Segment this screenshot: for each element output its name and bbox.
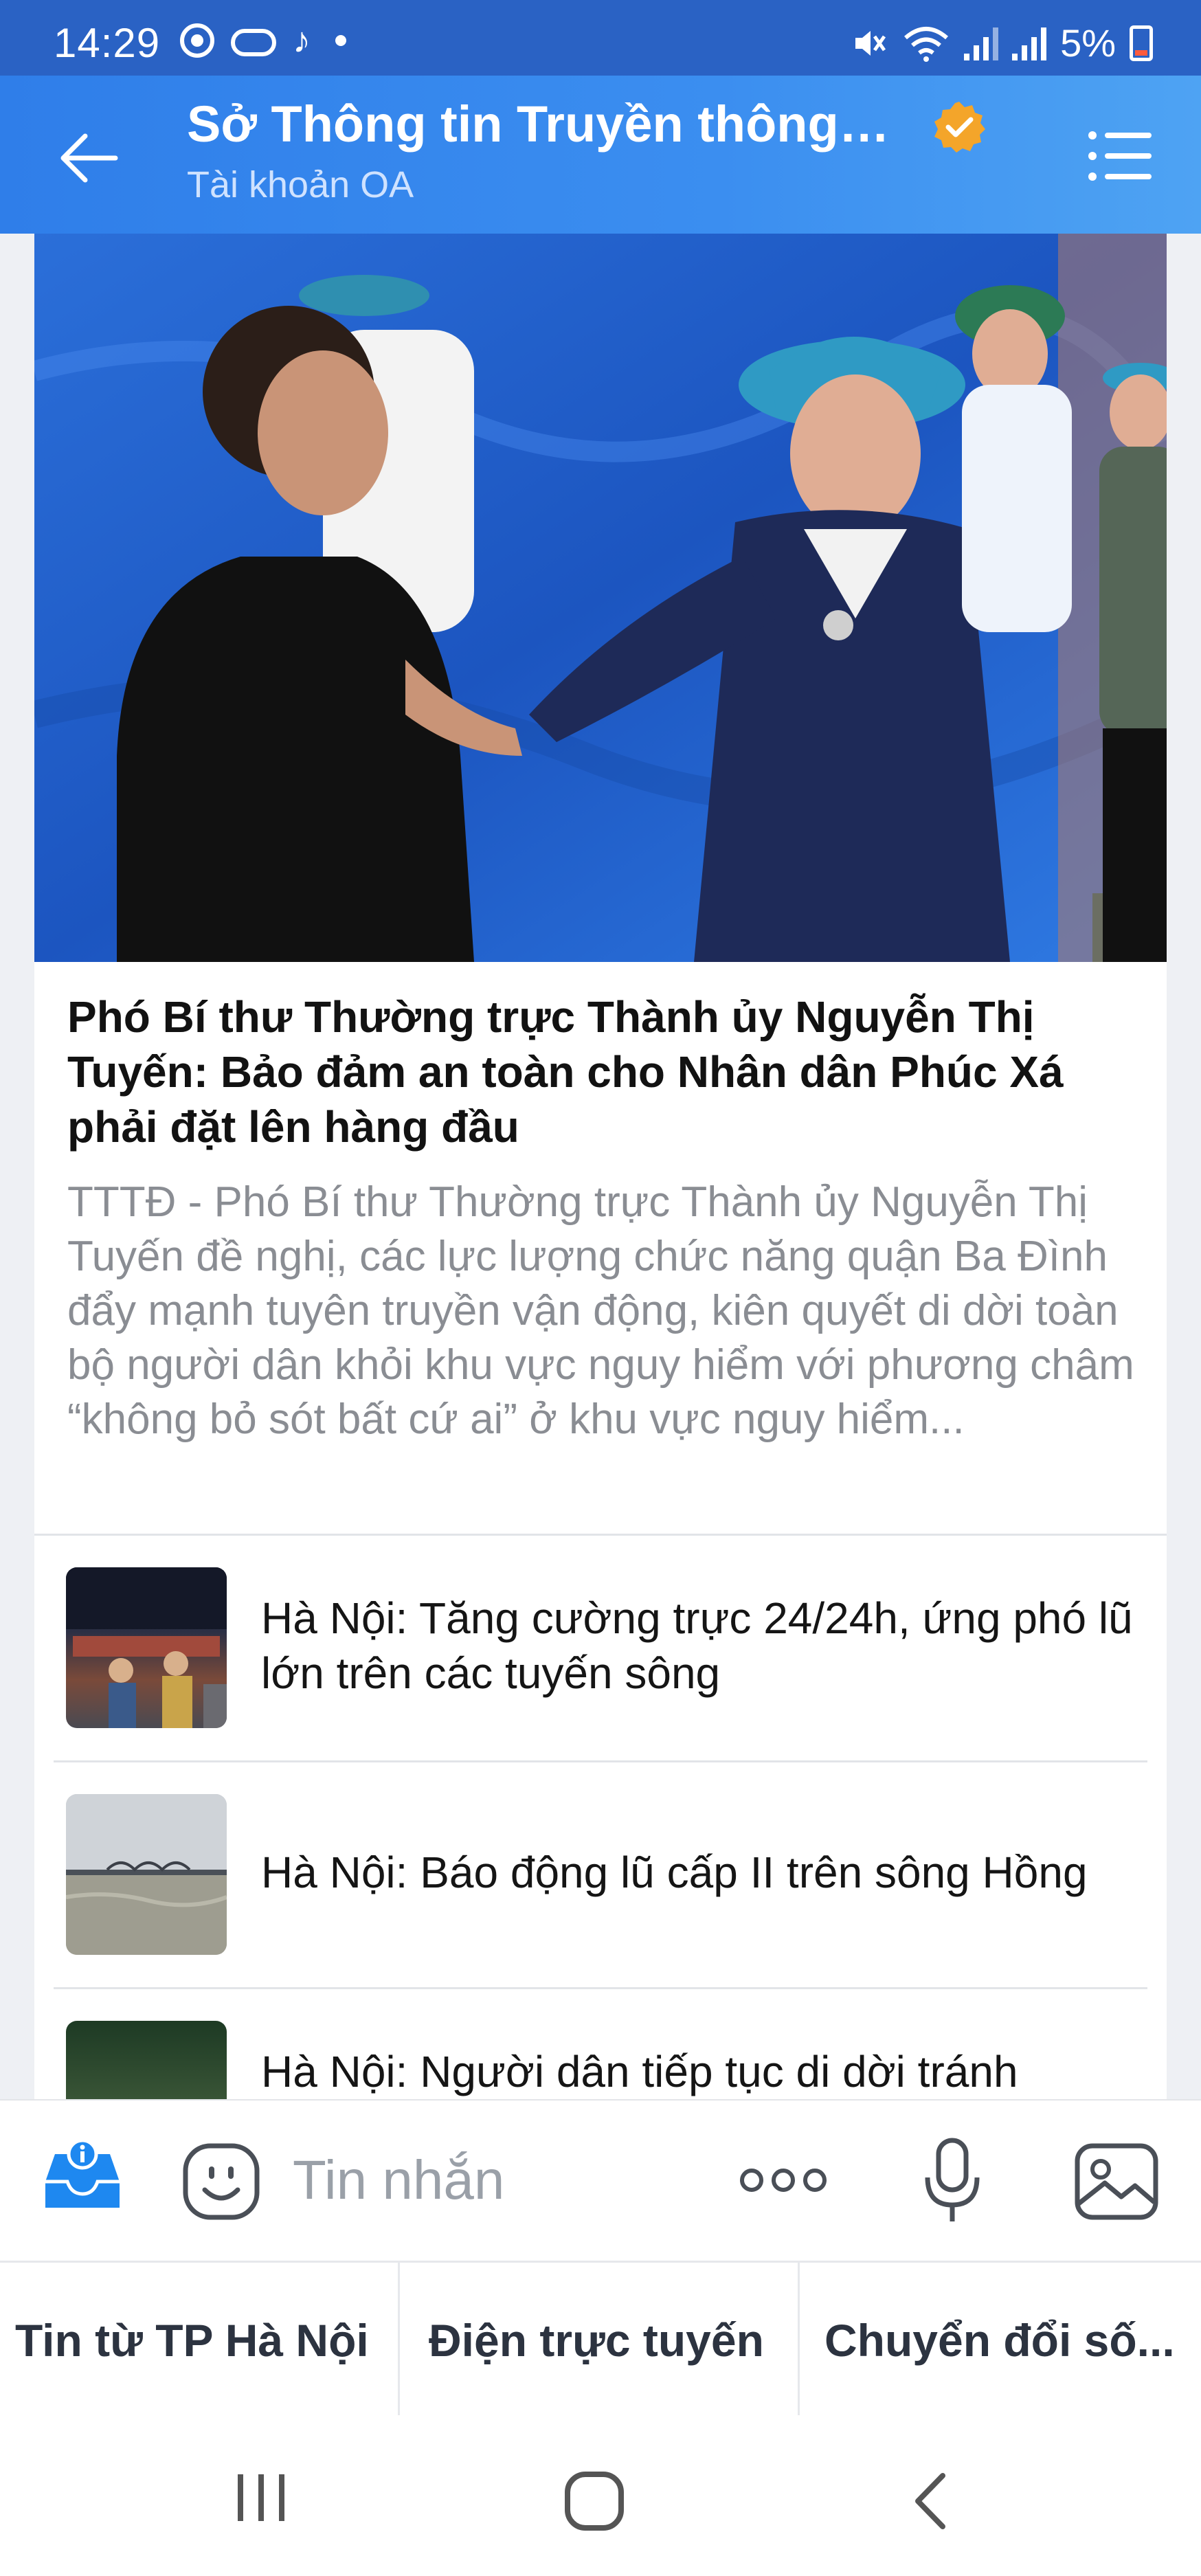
featured-image[interactable] <box>34 234 1167 962</box>
message-list[interactable]: Phó Bí thư Thường trực Thành ủy Nguyễn T… <box>0 234 1201 2099</box>
article-headline[interactable]: Phó Bí thư Thường trực Thành ủy Nguyễn T… <box>67 989 1139 1154</box>
list-item[interactable]: Hà Nội: Tăng cường trực 24/24h, ứng phó … <box>34 1536 1167 1762</box>
menu-item-hanoi-news[interactable]: Tin từ TP Hà Nội <box>0 2263 400 2417</box>
back-button[interactable] <box>55 124 124 192</box>
microphone-icon[interactable] <box>918 2136 987 2226</box>
photo-illustration <box>34 234 1167 962</box>
news-title[interactable]: Hà Nội: Báo động lũ cấp II trên sông Hồn… <box>261 1845 1134 1900</box>
news-thumbnail <box>66 2021 227 2099</box>
menu-item-digital-transformation[interactable]: Chuyển đổi số... <box>800 2263 1201 2417</box>
tiktok-icon: ♪ <box>293 21 311 60</box>
page-title[interactable]: Sở Thông tin Truyền thông T... <box>187 95 901 153</box>
message-input[interactable]: Tin nhắn <box>293 2149 504 2212</box>
emoji-icon[interactable] <box>180 2140 262 2223</box>
recent-apps-icon[interactable] <box>234 2470 289 2525</box>
mute-icon <box>855 30 886 56</box>
battery-icon <box>1130 25 1153 61</box>
dot-icon <box>335 35 346 46</box>
menu-button[interactable] <box>1086 125 1154 187</box>
account-type-label: Tài khoản OA <box>187 164 414 205</box>
status-bar: 14:29 ♪ 5% <box>0 0 1201 76</box>
status-time: 14:29 <box>54 20 161 66</box>
cloud-icon <box>231 29 276 56</box>
news-title[interactable]: Hà Nội: Người dân tiếp tục di dời tránh <box>261 2044 1134 2099</box>
inbox-info-icon[interactable] <box>40 2140 125 2216</box>
messenger-icon <box>180 23 214 58</box>
list-item[interactable]: Hà Nội: Báo động lũ cấp II trên sông Hồn… <box>34 1762 1167 1989</box>
system-icons: 5% <box>850 21 1153 65</box>
more-icon[interactable] <box>738 2166 829 2194</box>
battery-percent: 5% <box>1060 21 1116 65</box>
list-menu-icon <box>1088 131 1152 181</box>
notification-icons: ♪ <box>180 23 346 58</box>
signal-icon <box>964 26 999 60</box>
news-thumbnail <box>66 1794 227 1955</box>
system-navigation-bar <box>0 2415 1201 2576</box>
wifi-icon <box>904 26 949 62</box>
back-icon[interactable] <box>907 2470 955 2532</box>
oa-menu-bar: Tin từ TP Hà Nội Điện trực tuyến Chuyển … <box>0 2261 1201 2417</box>
chat-header: Sở Thông tin Truyền thông T... Tài khoản… <box>0 76 1201 234</box>
message-input-bar: Tin nhắn <box>0 2099 1201 2261</box>
signal-icon <box>1012 26 1047 60</box>
arrow-left-icon <box>60 133 118 183</box>
image-icon[interactable] <box>1072 2140 1161 2223</box>
menu-item-online-call[interactable]: Điện trực tuyến <box>400 2263 800 2417</box>
article-summary[interactable]: TTTĐ - Phó Bí thư Thường trực Thành ủy N… <box>67 1175 1139 1446</box>
news-thumbnail <box>66 1567 227 1728</box>
list-item[interactable]: Hà Nội: Người dân tiếp tục di dời tránh <box>34 1989 1167 2099</box>
home-icon[interactable] <box>563 2470 625 2532</box>
verified-badge-icon <box>934 102 985 153</box>
news-title[interactable]: Hà Nội: Tăng cường trực 24/24h, ứng phó … <box>261 1591 1134 1701</box>
article-card[interactable]: Phó Bí thư Thường trực Thành ủy Nguyễn T… <box>34 234 1167 2099</box>
